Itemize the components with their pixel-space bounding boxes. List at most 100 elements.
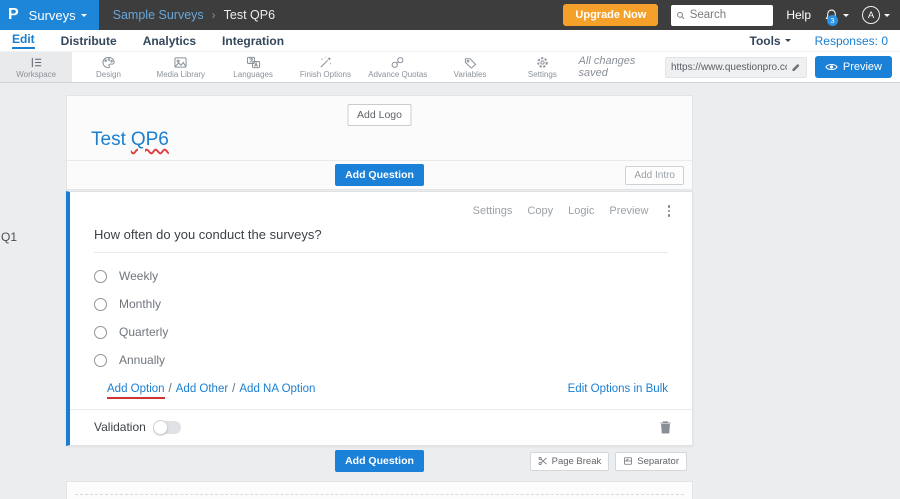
save-status: All changes saved [578,55,636,79]
surveys-menu[interactable]: P Surveys [0,0,99,30]
image-icon [174,56,187,68]
add-na-option-link[interactable]: Add NA Option [239,383,315,395]
chevron-down-icon [80,13,87,17]
separator-icon [624,457,633,465]
separator-button[interactable]: Separator [615,451,687,471]
toolbar-tab-design[interactable]: Design [72,52,144,82]
tab-analytics[interactable]: Analytics [143,34,196,48]
answer-option-row: Quarterly [94,325,668,339]
question-settings-link[interactable]: Settings [473,205,513,217]
toolbar-tab-label: Media Library [156,69,206,79]
option-actions-row: Add Option / Add Other / Add NA Option Edit … [70,381,692,399]
survey-url-box[interactable] [664,56,807,78]
toolbar-tab-label: Variables [453,69,487,79]
radio-button[interactable] [94,353,107,367]
page-break-label: Page Break [551,455,602,467]
upgrade-now-button[interactable]: Upgrade Now [563,4,659,26]
chevron-down-icon [884,13,890,17]
toolbar-tab-label: Advance Quotas [368,69,428,79]
edit-toolbar: Workspace Design Media Library Languages… [0,52,900,83]
toolbar-tab-workspace[interactable]: Workspace [0,52,73,82]
add-logo-button[interactable]: Add Logo [347,104,412,126]
breadcrumb-separator: › [211,8,216,22]
add-intro-button[interactable]: Add Intro [625,165,684,185]
validation-label: Validation [94,420,146,434]
tag-icon [464,57,476,69]
option-label[interactable]: Weekly [119,269,158,283]
responses-link[interactable]: Responses: 0 [815,34,888,48]
breadcrumb-parent-link[interactable]: Sample Surveys [113,8,204,22]
breadcrumb: Sample Surveys › Test QP6 [99,0,275,30]
answer-option-row: Monthly [94,297,668,311]
survey-header-card: Add Logo Test QP6 Add Question Add Intro [66,95,693,190]
question-menu: Settings Copy Logic Preview [70,192,692,217]
add-question-button-bottom[interactable]: Add Question [335,450,424,472]
toolbar-tab-advance-quotas[interactable]: Advance Quotas [362,52,434,82]
validation-toggle[interactable] [152,419,181,435]
footer-dashed-divider [75,494,684,495]
help-link[interactable]: Help [786,8,811,22]
account-menu[interactable]: A [862,6,890,24]
separator-label: Separator [637,455,679,467]
tab-edit[interactable]: Edit [12,32,35,49]
add-question-button-top[interactable]: Add Question [335,164,424,186]
toolbar-tab-languages[interactable]: Languages [217,52,289,82]
add-other-link[interactable]: Add Other [176,383,228,395]
toolbar-tab-variables[interactable]: Variables [434,52,506,82]
add-option-link[interactable]: Add Option [107,383,165,399]
question-footer-row: Validation [70,409,692,445]
toolbar-tab-label: Finish Options [299,69,351,79]
page-break-button[interactable]: Page Break [529,451,610,471]
pencil-icon[interactable] [791,62,801,73]
search-icon [677,11,685,19]
survey-header-top: Add Logo Test QP6 [67,96,692,160]
more-options-icon[interactable] [664,205,675,217]
option-label[interactable]: Monthly [119,297,161,311]
question-preview-link[interactable]: Preview [609,205,648,217]
survey-title[interactable]: Test QP6 [91,129,169,151]
survey-canvas: Add Logo Test QP6 Add Question Add Intro … [66,95,693,499]
question-card: Settings Copy Logic Preview How often do… [66,191,693,446]
toolbar-tab-media-library[interactable]: Media Library [145,52,217,82]
radio-button[interactable] [94,269,107,283]
survey-url-input[interactable] [670,61,788,73]
between-questions-strip: Add Question Page Break Separator [66,446,693,476]
question-text[interactable]: How often do you conduct the surveys? [94,227,668,253]
radio-button[interactable] [94,297,107,311]
breadcrumb-current: Test QP6 [223,8,276,22]
edit-options-in-bulk-link[interactable]: Edit Options in Bulk [568,383,668,395]
radio-button[interactable] [94,325,107,339]
separator-slash: / [168,383,172,395]
toggle-knob [152,419,168,435]
toolbar-tab-label: Languages [233,69,273,79]
toolbar-tab-settings[interactable]: Settings [506,52,578,82]
add-option-links: Add Option / Add Other / Add NA Option [107,383,315,399]
question-logic-link[interactable]: Logic [568,205,594,217]
gear-icon [537,56,548,68]
option-label[interactable]: Quarterly [119,325,168,339]
strip-right-actions: Page Break Separator [529,451,687,471]
toolbar-tab-finish-options[interactable]: Finish Options [289,52,361,82]
search-box[interactable] [671,4,774,26]
search-input[interactable] [689,9,769,21]
chevron-down-icon [784,39,791,42]
option-label[interactable]: Annually [119,353,165,367]
tab-distribute[interactable]: Distribute [61,34,117,48]
toolbar-tab-label: Settings [527,69,557,79]
delete-question-icon[interactable] [659,420,672,434]
translate-icon [246,56,260,68]
avatar: A [862,6,880,24]
tab-integration[interactable]: Integration [222,34,284,48]
notification-count-badge: 3 [827,14,838,26]
tools-menu[interactable]: Tools [750,34,791,48]
topbar-actions: Upgrade Now Help 3 A [563,0,900,30]
product-switcher[interactable]: Surveys [29,8,87,23]
preview-button[interactable]: Preview [814,56,892,78]
scissors-icon [538,456,547,466]
notifications-button[interactable]: 3 [824,8,849,26]
toolbar-right: All changes saved Preview [579,52,900,82]
toolbar-tab-label: Workspace [16,69,57,79]
preview-label: Preview [842,61,882,73]
separator-slash: / [232,383,236,395]
question-copy-link[interactable]: Copy [527,205,553,217]
